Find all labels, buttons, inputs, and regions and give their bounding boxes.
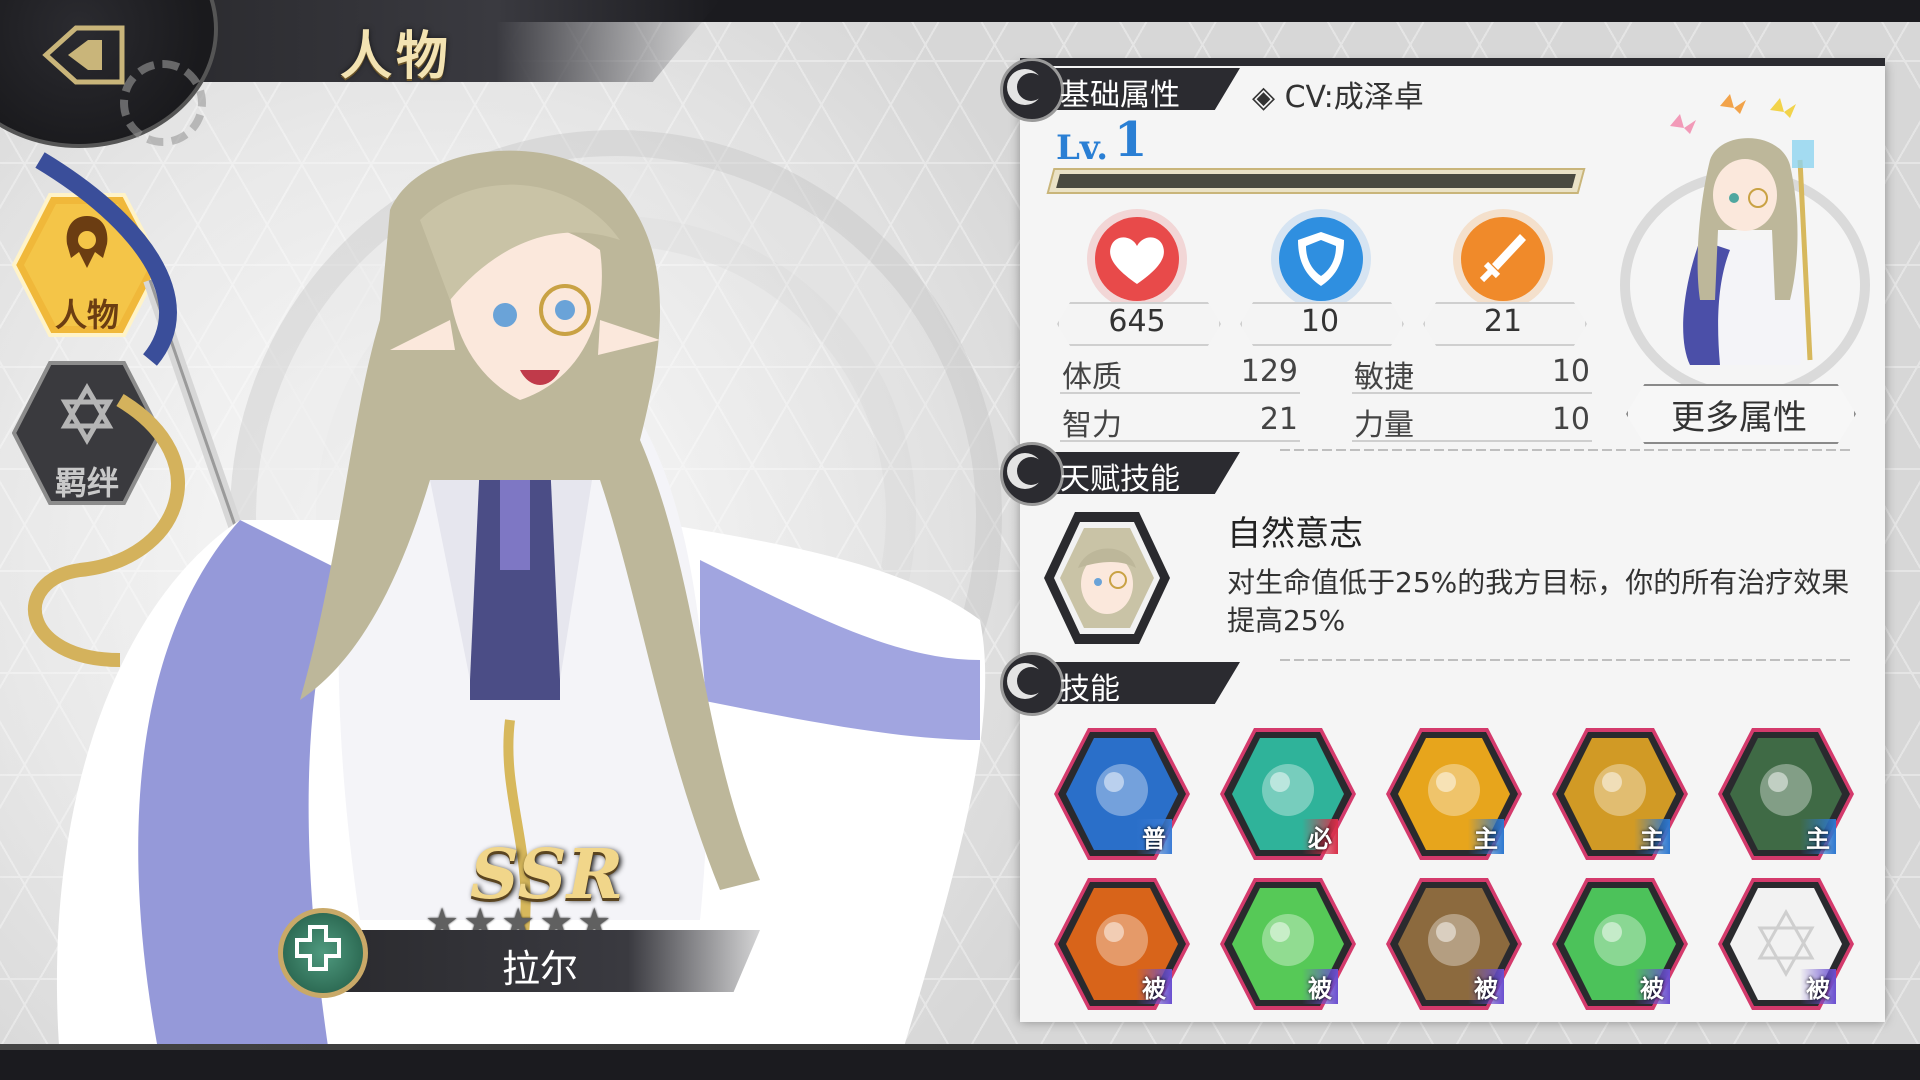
- attr-label-intelligence: 智力: [1062, 408, 1122, 443]
- page-title: 人物: [340, 27, 453, 87]
- voice-actor: ◈ CV:成泽卓: [1252, 80, 1424, 115]
- skill-type-tag: 普: [1136, 819, 1172, 854]
- defense-value: 10: [1300, 304, 1340, 339]
- sword-icon: [1453, 209, 1553, 309]
- skill-slot-9[interactable]: 被: [1550, 874, 1690, 1014]
- skill-slot-7[interactable]: 被: [1218, 874, 1358, 1014]
- skill-slot-5[interactable]: 主: [1716, 724, 1856, 864]
- cross-glyph: [295, 925, 341, 971]
- skill-type-tag: 被: [1302, 969, 1338, 1004]
- skill-slot-2[interactable]: 必: [1218, 724, 1358, 864]
- shield-icon: [1271, 209, 1371, 309]
- attr-label-strength: 力量: [1354, 408, 1414, 443]
- skill-type-tag: 被: [1634, 969, 1670, 1004]
- section-title-skills: 技能: [1060, 672, 1120, 707]
- skill-type-tag: 主: [1800, 819, 1836, 854]
- back-arrow-icon: [42, 25, 125, 85]
- panel-top-edge: [1020, 58, 1885, 66]
- butterfly-decoration-icon: [1670, 94, 1796, 134]
- bottom-bar: [0, 1044, 1920, 1080]
- level-value: 1: [1114, 112, 1148, 168]
- skill-type-tag: 必: [1302, 819, 1338, 854]
- skill-type-tag: 主: [1468, 819, 1504, 854]
- healer-cross-icon: [278, 908, 368, 998]
- skill-slot-10[interactable]: 被: [1716, 874, 1856, 1014]
- more-attributes-label[interactable]: 更多属性: [1626, 390, 1852, 439]
- attr-value-agility: 10: [1551, 354, 1590, 389]
- skill-type-tag: 主: [1634, 819, 1670, 854]
- skill-slot-1[interactable]: 普: [1052, 724, 1192, 864]
- character-name: 拉尔: [501, 947, 578, 991]
- section-title-talent: 天赋技能: [1060, 462, 1180, 497]
- attr-value-constitution: 129: [1240, 354, 1298, 389]
- skill-slot-3[interactable]: 主: [1384, 724, 1524, 864]
- skill-type-tag: 被: [1800, 969, 1836, 1004]
- talent-skill-icon[interactable]: [1042, 508, 1172, 648]
- talent-description: 对生命值低于25%的我方目标，你的所有治疗效果提高25%: [1227, 566, 1850, 637]
- moon-icon: [1000, 652, 1064, 716]
- attr-value-strength: 10: [1551, 402, 1590, 437]
- experience-bar: [1046, 168, 1586, 194]
- back-button[interactable]: [38, 20, 130, 90]
- skill-slot-6[interactable]: 被: [1052, 874, 1192, 1014]
- moon-icon: [1000, 442, 1064, 506]
- heart-icon: [1087, 209, 1187, 309]
- attr-label-constitution: 体质: [1062, 360, 1122, 395]
- skill-type-tag: 被: [1136, 969, 1172, 1004]
- level-label: Lv.: [1056, 128, 1109, 168]
- hp-value: 645: [1108, 304, 1166, 339]
- skill-type-tag: 被: [1468, 969, 1504, 1004]
- skill-slot-8[interactable]: 被: [1384, 874, 1524, 1014]
- skill-slot-4[interactable]: 主: [1550, 724, 1690, 864]
- attr-value-intelligence: 21: [1259, 402, 1298, 437]
- attack-value: 21: [1483, 304, 1523, 339]
- talent-name: 自然意志: [1227, 514, 1363, 554]
- moon-icon: [1000, 58, 1064, 122]
- attr-label-agility: 敏捷: [1354, 360, 1414, 395]
- section-title-basic: 基础属性: [1060, 78, 1180, 113]
